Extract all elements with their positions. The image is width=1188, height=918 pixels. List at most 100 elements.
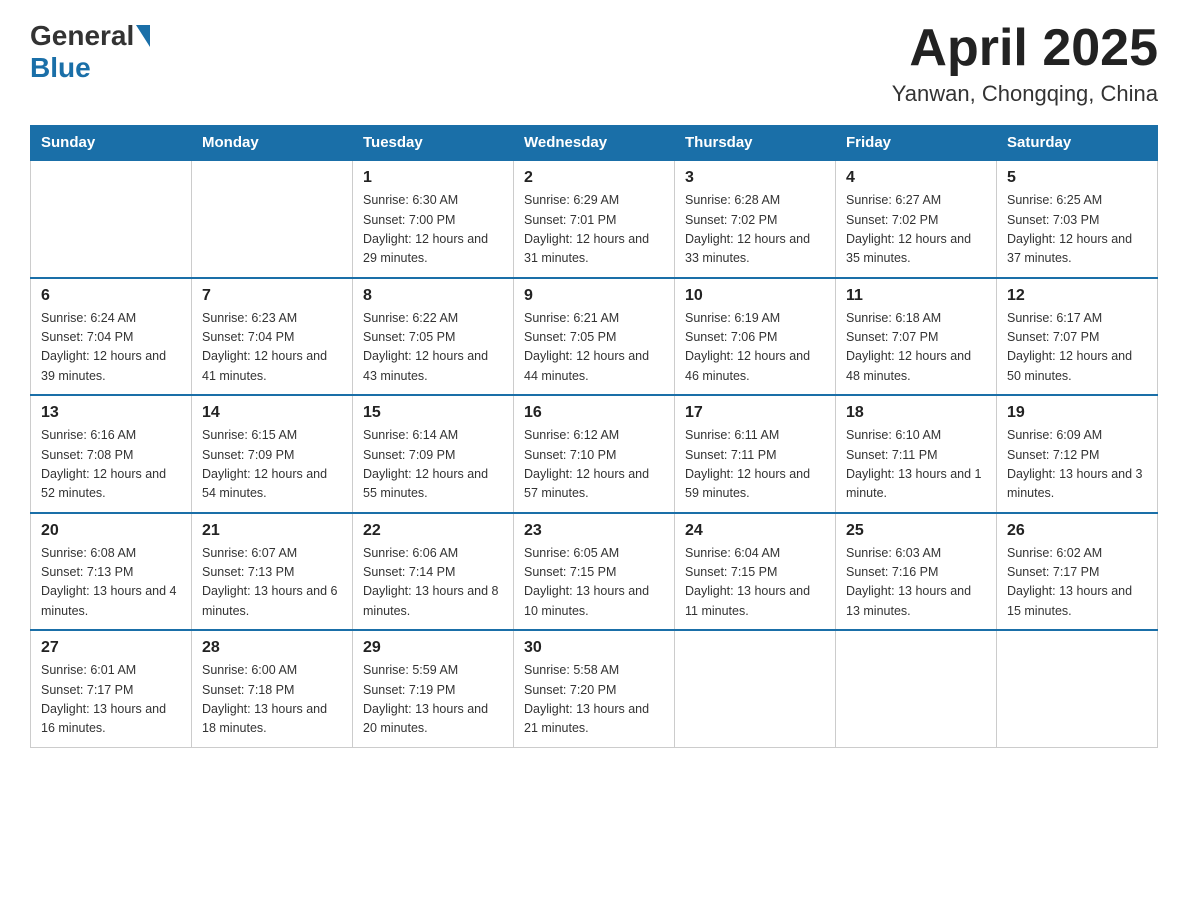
- day-info: Sunrise: 6:09 AM Sunset: 7:12 PM Dayligh…: [1007, 426, 1147, 504]
- calendar-cell: 1 Sunrise: 6:30 AM Sunset: 7:00 PM Daylig…: [353, 160, 514, 278]
- calendar-cell: 27Sunrise: 6:01 AM Sunset: 7:17 PM Dayli…: [31, 630, 192, 747]
- day-header-thursday: Thursday: [675, 126, 836, 161]
- day-number: 4: [846, 169, 986, 187]
- day-info: Sunrise: 6:29 AM Sunset: 7:01 PM Dayligh…: [524, 191, 664, 269]
- day-number: 10: [685, 287, 825, 305]
- calendar-cell: 28 Sunrise: 6:00 AM Sunset: 7:18 PM Dayli…: [192, 630, 353, 747]
- day-number: 8: [363, 287, 503, 305]
- day-number: 12: [1007, 287, 1147, 305]
- day-info: Sunrise: 6:24 AM Sunset: 7:04 PM Dayligh…: [41, 309, 181, 387]
- calendar-cell: [675, 630, 836, 747]
- calendar-cell: 21 Sunrise: 6:07 AM Sunset: 7:13 PM Dayli…: [192, 513, 353, 631]
- day-number: 26: [1007, 522, 1147, 540]
- day-number: 3: [685, 169, 825, 187]
- calendar-subtitle: Yanwan, Chongqing, China: [892, 81, 1158, 107]
- week-row-3: 13 Sunrise: 6:16 AM Sunset: 7:08 PM Dayli…: [31, 395, 1158, 513]
- calendar-cell: 14Sunrise: 6:15 AM Sunset: 7:09 PM Dayli…: [192, 395, 353, 513]
- day-number: 1: [363, 169, 503, 187]
- day-header-tuesday: Tuesday: [353, 126, 514, 161]
- day-info: Sunrise: 6:08 AM Sunset: 7:13 PM Dayligh…: [41, 544, 181, 622]
- calendar-cell: 22Sunrise: 6:06 AM Sunset: 7:14 PM Dayli…: [353, 513, 514, 631]
- calendar-cell: 3 Sunrise: 6:28 AM Sunset: 7:02 PM Daylig…: [675, 160, 836, 278]
- calendar-cell: 9 Sunrise: 6:21 AM Sunset: 7:05 PM Daylig…: [514, 278, 675, 396]
- calendar-cell: 25 Sunrise: 6:03 AM Sunset: 7:16 PM Dayli…: [836, 513, 997, 631]
- calendar-header-row: SundayMondayTuesdayWednesdayThursdayFrid…: [31, 126, 1158, 161]
- calendar-cell: 10 Sunrise: 6:19 AM Sunset: 7:06 PM Dayli…: [675, 278, 836, 396]
- day-header-monday: Monday: [192, 126, 353, 161]
- calendar-cell: 7 Sunrise: 6:23 AM Sunset: 7:04 PM Daylig…: [192, 278, 353, 396]
- week-row-4: 20 Sunrise: 6:08 AM Sunset: 7:13 PM Dayli…: [31, 513, 1158, 631]
- calendar-cell: 26 Sunrise: 6:02 AM Sunset: 7:17 PM Dayli…: [997, 513, 1158, 631]
- day-header-sunday: Sunday: [31, 126, 192, 161]
- day-number: 13: [41, 404, 181, 422]
- page-header: General Blue April 2025 Yanwan, Chongqin…: [30, 20, 1158, 107]
- day-info: Sunrise: 6:12 AM Sunset: 7:10 PM Dayligh…: [524, 426, 664, 504]
- calendar-cell: [192, 160, 353, 278]
- title-block: April 2025 Yanwan, Chongqing, China: [892, 20, 1158, 107]
- day-info: Sunrise: 6:19 AM Sunset: 7:06 PM Dayligh…: [685, 309, 825, 387]
- day-info: Sunrise: 6:21 AM Sunset: 7:05 PM Dayligh…: [524, 309, 664, 387]
- week-row-1: 1 Sunrise: 6:30 AM Sunset: 7:00 PM Daylig…: [31, 160, 1158, 278]
- day-number: 28: [202, 639, 342, 657]
- day-info: Sunrise: 6:11 AM Sunset: 7:11 PM Dayligh…: [685, 426, 825, 504]
- day-info: Sunrise: 6:06 AM Sunset: 7:14 PM Dayligh…: [363, 544, 503, 622]
- day-info: Sunrise: 6:10 AM Sunset: 7:11 PM Dayligh…: [846, 426, 986, 504]
- day-number: 15: [363, 404, 503, 422]
- week-row-2: 6 Sunrise: 6:24 AM Sunset: 7:04 PM Daylig…: [31, 278, 1158, 396]
- logo-triangle-icon: [136, 25, 150, 47]
- calendar-cell: 20 Sunrise: 6:08 AM Sunset: 7:13 PM Dayli…: [31, 513, 192, 631]
- day-number: 23: [524, 522, 664, 540]
- day-number: 6: [41, 287, 181, 305]
- day-number: 5: [1007, 169, 1147, 187]
- calendar-cell: 4 Sunrise: 6:27 AM Sunset: 7:02 PM Daylig…: [836, 160, 997, 278]
- calendar-cell: 5 Sunrise: 6:25 AM Sunset: 7:03 PM Daylig…: [997, 160, 1158, 278]
- day-header-saturday: Saturday: [997, 126, 1158, 161]
- calendar-cell: 11 Sunrise: 6:18 AM Sunset: 7:07 PM Dayli…: [836, 278, 997, 396]
- day-info: Sunrise: 6:18 AM Sunset: 7:07 PM Dayligh…: [846, 309, 986, 387]
- day-info: Sunrise: 6:02 AM Sunset: 7:17 PM Dayligh…: [1007, 544, 1147, 622]
- calendar-cell: 18Sunrise: 6:10 AM Sunset: 7:11 PM Dayli…: [836, 395, 997, 513]
- day-number: 20: [41, 522, 181, 540]
- calendar-cell: 12 Sunrise: 6:17 AM Sunset: 7:07 PM Dayli…: [997, 278, 1158, 396]
- day-number: 7: [202, 287, 342, 305]
- day-header-friday: Friday: [836, 126, 997, 161]
- day-info: Sunrise: 6:16 AM Sunset: 7:08 PM Dayligh…: [41, 426, 181, 504]
- logo-general-text: General: [30, 20, 134, 52]
- logo: General Blue: [30, 20, 152, 84]
- week-row-5: 27Sunrise: 6:01 AM Sunset: 7:17 PM Dayli…: [31, 630, 1158, 747]
- calendar-cell: 15 Sunrise: 6:14 AM Sunset: 7:09 PM Dayli…: [353, 395, 514, 513]
- calendar-cell: 13 Sunrise: 6:16 AM Sunset: 7:08 PM Dayli…: [31, 395, 192, 513]
- day-number: 11: [846, 287, 986, 305]
- day-number: 14: [202, 404, 342, 422]
- day-number: 29: [363, 639, 503, 657]
- day-info: Sunrise: 6:23 AM Sunset: 7:04 PM Dayligh…: [202, 309, 342, 387]
- day-number: 16: [524, 404, 664, 422]
- day-info: Sunrise: 6:25 AM Sunset: 7:03 PM Dayligh…: [1007, 191, 1147, 269]
- calendar-cell: 24Sunrise: 6:04 AM Sunset: 7:15 PM Dayli…: [675, 513, 836, 631]
- calendar-cell: [31, 160, 192, 278]
- day-number: 21: [202, 522, 342, 540]
- day-info: Sunrise: 6:04 AM Sunset: 7:15 PM Dayligh…: [685, 544, 825, 622]
- day-info: Sunrise: 5:59 AM Sunset: 7:19 PM Dayligh…: [363, 661, 503, 739]
- calendar-cell: 2 Sunrise: 6:29 AM Sunset: 7:01 PM Daylig…: [514, 160, 675, 278]
- day-number: 25: [846, 522, 986, 540]
- day-number: 19: [1007, 404, 1147, 422]
- day-info: Sunrise: 6:07 AM Sunset: 7:13 PM Dayligh…: [202, 544, 342, 622]
- calendar-cell: 30Sunrise: 5:58 AM Sunset: 7:20 PM Dayli…: [514, 630, 675, 747]
- day-info: Sunrise: 6:17 AM Sunset: 7:07 PM Dayligh…: [1007, 309, 1147, 387]
- calendar-cell: [836, 630, 997, 747]
- calendar-cell: 8 Sunrise: 6:22 AM Sunset: 7:05 PM Daylig…: [353, 278, 514, 396]
- calendar-cell: 6 Sunrise: 6:24 AM Sunset: 7:04 PM Daylig…: [31, 278, 192, 396]
- day-info: Sunrise: 6:00 AM Sunset: 7:18 PM Dayligh…: [202, 661, 342, 739]
- day-info: Sunrise: 6:22 AM Sunset: 7:05 PM Dayligh…: [363, 309, 503, 387]
- day-info: Sunrise: 6:28 AM Sunset: 7:02 PM Dayligh…: [685, 191, 825, 269]
- day-info: Sunrise: 6:14 AM Sunset: 7:09 PM Dayligh…: [363, 426, 503, 504]
- day-info: Sunrise: 6:27 AM Sunset: 7:02 PM Dayligh…: [846, 191, 986, 269]
- calendar-table: SundayMondayTuesdayWednesdayThursdayFrid…: [30, 125, 1158, 748]
- day-number: 9: [524, 287, 664, 305]
- calendar-cell: 16 Sunrise: 6:12 AM Sunset: 7:10 PM Dayli…: [514, 395, 675, 513]
- day-info: Sunrise: 6:30 AM Sunset: 7:00 PM Dayligh…: [363, 191, 503, 269]
- day-number: 2: [524, 169, 664, 187]
- day-header-wednesday: Wednesday: [514, 126, 675, 161]
- day-info: Sunrise: 6:03 AM Sunset: 7:16 PM Dayligh…: [846, 544, 986, 622]
